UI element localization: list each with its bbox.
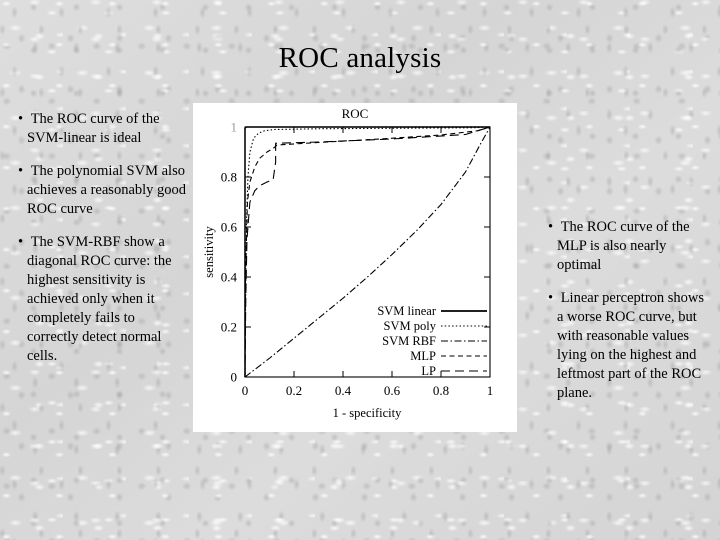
x-tick-label: 1 <box>487 383 494 398</box>
x-axis-ticks: 0 0.2 0.4 0.6 0.8 1 <box>242 127 494 398</box>
left-bullet-0: • The ROC curve of the SVM-linear is ide… <box>18 110 190 148</box>
bullet-dot-icon: • <box>18 234 31 250</box>
right-bullet-text: Linear perceptron shows a worse ROC curv… <box>557 290 705 401</box>
left-bullet-text: The polynomial SVM also achieves a reaso… <box>27 163 187 217</box>
y-tick-label: 1 <box>231 120 238 135</box>
y-tick-label: 0.2 <box>221 320 237 335</box>
legend-label-lp: LP <box>421 364 436 378</box>
legend-label-svm-poly: SVM poly <box>384 319 437 333</box>
chart-legend: SVM linearSVM polySVM RBFMLPLP <box>377 304 487 378</box>
legend-label-mlp: MLP <box>410 349 436 363</box>
left-bullet-text: The SVM-RBF show a diagonal ROC curve: t… <box>27 234 172 364</box>
curve-svm-linear <box>244 126 490 377</box>
x-tick-label: 0.4 <box>335 383 352 398</box>
y-tick-label: 0.8 <box>221 170 237 185</box>
plot-frame <box>244 126 491 378</box>
y-axis-ticks: 0 0.2 0.4 0.6 0.8 1 <box>221 120 490 385</box>
roc-curves <box>244 126 491 378</box>
curve-svm-rbf <box>244 126 491 378</box>
legend-label-svm-linear: SVM linear <box>377 304 437 318</box>
roc-chart-panel: ROC 0 0.2 0.4 0.6 0.8 1 0 0.2 0.4 0.6 0.8 1 SVM li… <box>193 103 517 432</box>
bullet-dot-icon: • <box>548 219 561 235</box>
right-text-column: • The ROC curve of the MLP is also nearl… <box>548 218 713 403</box>
y-tick-label: 0 <box>231 370 238 385</box>
left-text-column: • The ROC curve of the SVM-linear is ide… <box>18 110 190 366</box>
legend-label-svm-rbf: SVM RBF <box>382 334 436 348</box>
curve-lp <box>244 126 491 378</box>
y-axis-label: sensitivity <box>202 226 216 278</box>
left-bullet-2: • The SVM-RBF show a diagonal ROC curve:… <box>18 233 190 366</box>
right-bullet-text: The ROC curve of the MLP is also nearly … <box>557 219 690 273</box>
bullet-dot-icon: • <box>18 111 31 127</box>
chart-title: ROC <box>342 106 369 121</box>
page-title: ROC analysis <box>278 42 442 74</box>
x-tick-label: 0.6 <box>384 383 401 398</box>
right-bullet-1: • Linear perceptron shows a worse ROC cu… <box>548 289 713 403</box>
right-bullet-0: • The ROC curve of the MLP is also nearl… <box>548 218 713 275</box>
y-tick-label: 0.6 <box>221 220 238 235</box>
y-tick-label: 0.4 <box>221 270 238 285</box>
x-tick-label: 0 <box>242 383 249 398</box>
left-bullet-text: The ROC curve of the SVM-linear is ideal <box>27 111 160 146</box>
left-bullet-1: • The polynomial SVM also achieves a rea… <box>18 162 190 219</box>
x-tick-label: 0.2 <box>286 383 302 398</box>
bullet-dot-icon: • <box>18 163 31 179</box>
curve-mlp <box>244 126 491 378</box>
roc-chart-svg: ROC 0 0.2 0.4 0.6 0.8 1 0 0.2 0.4 0.6 0.8 1 SVM li… <box>202 106 494 420</box>
slide-canvas: ROC analysis • The ROC curve of the SVM-… <box>0 0 720 540</box>
x-tick-label: 0.8 <box>433 383 449 398</box>
bullet-dot-icon: • <box>548 290 561 306</box>
x-axis-label: 1 - specificity <box>333 406 402 420</box>
curve-svm-poly <box>244 126 491 377</box>
